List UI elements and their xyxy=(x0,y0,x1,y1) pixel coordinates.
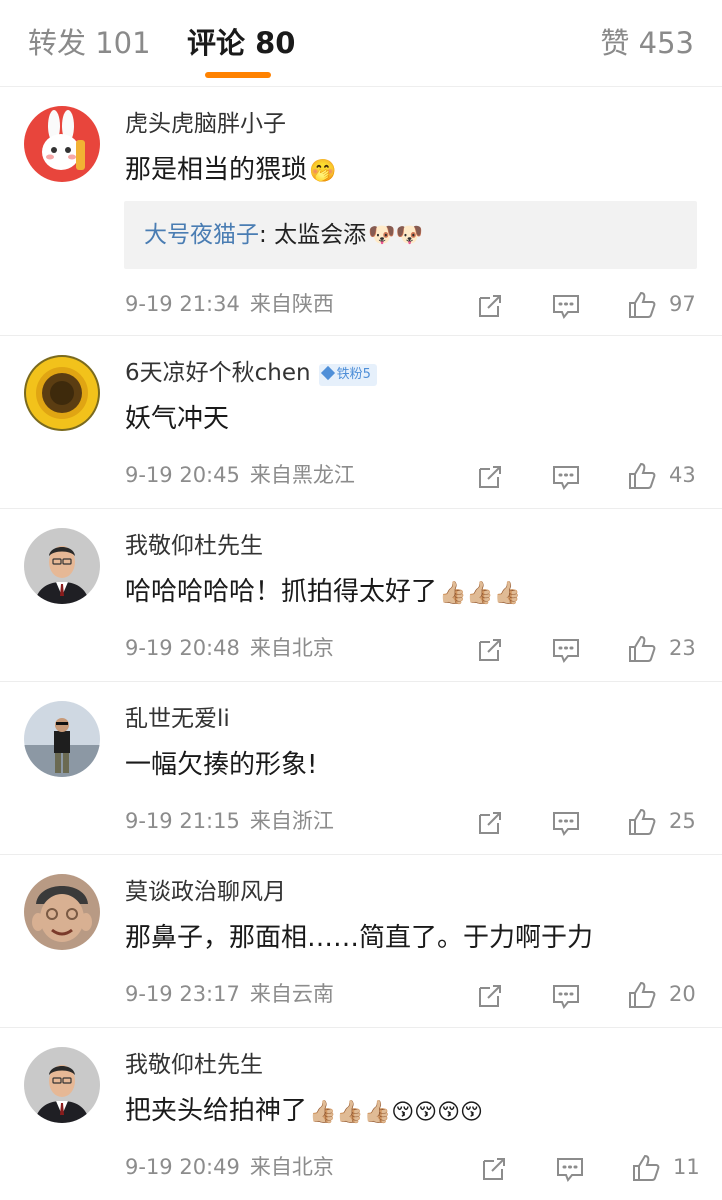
repost-icon[interactable] xyxy=(474,461,506,493)
comment-text: 那鼻子，那面相……简直了。于力啊于力 xyxy=(125,923,594,953)
emoji: 👍🏼👍🏼👍🏼😚😚😚😚 xyxy=(309,1100,483,1125)
comment-time: 9-19 21:15 xyxy=(125,809,240,833)
repost-icon[interactable] xyxy=(474,290,506,322)
reply-text: 太监会添 xyxy=(274,222,367,248)
repost-icon[interactable] xyxy=(474,980,506,1012)
username[interactable]: 虎头虎脑胖小子 xyxy=(125,109,286,139)
sunflower-avatar-icon xyxy=(24,355,100,431)
avatar[interactable] xyxy=(24,355,100,431)
username-text[interactable]: 6天凉好个秋chen xyxy=(125,360,311,386)
comment-meta: 9-19 20:45 来自黑龙江 xyxy=(125,460,355,490)
emoji: 🐶🐶 xyxy=(368,223,423,248)
avatar[interactable] xyxy=(24,874,100,950)
comment-meta: 9-19 21:34 来自陕西 xyxy=(125,289,334,319)
man-outdoor-avatar-icon xyxy=(24,701,100,777)
comment-tabs: 转发 101 评论 80 赞 453 xyxy=(0,0,722,87)
username: 6天凉好个秋chen 铁粉5 xyxy=(125,358,377,388)
avatar[interactable] xyxy=(24,1047,100,1123)
comment-time: 9-19 20:49 xyxy=(125,1155,240,1179)
like-icon[interactable] xyxy=(630,1152,662,1184)
comment-text: 把夹头给拍神了👍🏼👍🏼👍🏼😚😚😚😚 xyxy=(125,1096,483,1126)
like-count: 20 xyxy=(669,982,696,1006)
like-count: 25 xyxy=(669,809,696,833)
comment-location: 来自陕西 xyxy=(249,292,334,316)
repost-icon[interactable] xyxy=(478,1153,510,1185)
comment-time: 9-19 20:48 xyxy=(125,636,240,660)
like-icon[interactable] xyxy=(626,979,658,1011)
comment-time: 9-19 23:17 xyxy=(125,982,240,1006)
tab-comments[interactable]: 评论 80 xyxy=(187,26,295,60)
repost-icon[interactable] xyxy=(474,634,506,666)
comment-time: 9-19 21:34 xyxy=(125,292,240,316)
comment-icon[interactable] xyxy=(550,634,582,666)
reply-separator: : xyxy=(259,222,275,248)
tab-likes[interactable]: 赞 453 xyxy=(600,26,694,60)
comment-location: 来自浙江 xyxy=(249,809,334,833)
fan-badge: 铁粉5 xyxy=(318,364,377,386)
comment-item: 我敬仰杜先生 哈哈哈哈哈！抓拍得太好了👍🏼👍🏼👍🏼 9-19 20:48 来自北京… xyxy=(0,509,722,682)
comment-location: 来自北京 xyxy=(249,1155,334,1179)
avatar[interactable] xyxy=(24,106,100,182)
badge-label: 铁粉5 xyxy=(336,367,371,382)
like-icon[interactable] xyxy=(626,460,658,492)
rabbit-avatar-icon xyxy=(24,106,100,182)
like-icon[interactable] xyxy=(626,289,658,321)
comment-icon[interactable] xyxy=(550,290,582,322)
comment-text: 那是相当的猥琐🤭 xyxy=(125,155,337,185)
tab-reposts[interactable]: 转发 101 xyxy=(28,26,151,60)
reply-box[interactable]: 大号夜猫子: 太监会添🐶🐶 xyxy=(124,201,697,269)
comment-location: 来自北京 xyxy=(249,636,334,660)
like-count: 11 xyxy=(673,1155,700,1179)
username[interactable]: 我敬仰杜先生 xyxy=(125,1050,263,1080)
comment-location: 来自云南 xyxy=(249,982,334,1006)
comment-meta: 9-19 21:15 来自浙江 xyxy=(125,806,334,836)
man-suit-avatar-icon xyxy=(24,528,100,604)
comment-meta: 9-19 20:49 来自北京 xyxy=(125,1152,334,1182)
repost-icon[interactable] xyxy=(474,807,506,839)
comment-icon[interactable] xyxy=(550,461,582,493)
avatar[interactable] xyxy=(24,528,100,604)
like-count: 43 xyxy=(669,463,696,487)
reply-username[interactable]: 大号夜猫子 xyxy=(144,222,259,248)
comment-item: 虎头虎脑胖小子 那是相当的猥琐🤭 大号夜猫子: 太监会添🐶🐶 9-19 21:3… xyxy=(0,87,722,336)
comment-icon[interactable] xyxy=(550,807,582,839)
like-icon[interactable] xyxy=(626,806,658,838)
comment-meta: 9-19 20:48 来自北京 xyxy=(125,633,334,663)
comment-location: 来自黑龙江 xyxy=(249,463,355,487)
comment-list: 虎头虎脑胖小子 那是相当的猥琐🤭 大号夜猫子: 太监会添🐶🐶 9-19 21:3… xyxy=(0,87,722,1200)
username[interactable]: 我敬仰杜先生 xyxy=(125,531,263,561)
comment-text: 妖气冲天 xyxy=(125,404,230,434)
username[interactable]: 乱世无爱li xyxy=(125,704,230,734)
comment-text: 哈哈哈哈哈！抓拍得太好了👍🏼👍🏼👍🏼 xyxy=(125,577,522,607)
username[interactable]: 莫谈政治聊风月 xyxy=(125,877,286,907)
like-count: 23 xyxy=(669,636,696,660)
comment-meta: 9-19 23:17 来自云南 xyxy=(125,979,334,1009)
like-icon[interactable] xyxy=(626,633,658,665)
comment-text: 一幅欠揍的形象! xyxy=(125,750,318,780)
comment-icon[interactable] xyxy=(550,980,582,1012)
comment-time: 9-19 20:45 xyxy=(125,463,240,487)
comment-item: 我敬仰杜先生 把夹头给拍神了👍🏼👍🏼👍🏼😚😚😚😚 9-19 20:49 来自北京 … xyxy=(0,1028,722,1200)
emoji: 🤭 xyxy=(309,159,337,184)
comment-item: 6天凉好个秋chen 铁粉5 妖气冲天 9-19 20:45 来自黑龙江 43 xyxy=(0,336,722,509)
man-suit-avatar-icon xyxy=(24,1047,100,1123)
comment-item: 莫谈政治聊风月 那鼻子，那面相……简直了。于力啊于力 9-19 23:17 来自云… xyxy=(0,855,722,1028)
like-count: 97 xyxy=(669,292,696,316)
comment-icon[interactable] xyxy=(554,1153,586,1185)
funny-face-avatar-icon xyxy=(24,874,100,950)
avatar[interactable] xyxy=(24,701,100,777)
diamond-icon xyxy=(320,365,335,381)
comment-item: 乱世无爱li 一幅欠揍的形象! 9-19 21:15 来自浙江 25 xyxy=(0,682,722,855)
active-tab-indicator xyxy=(205,72,271,78)
emoji: 👍🏼👍🏼👍🏼 xyxy=(439,581,522,606)
